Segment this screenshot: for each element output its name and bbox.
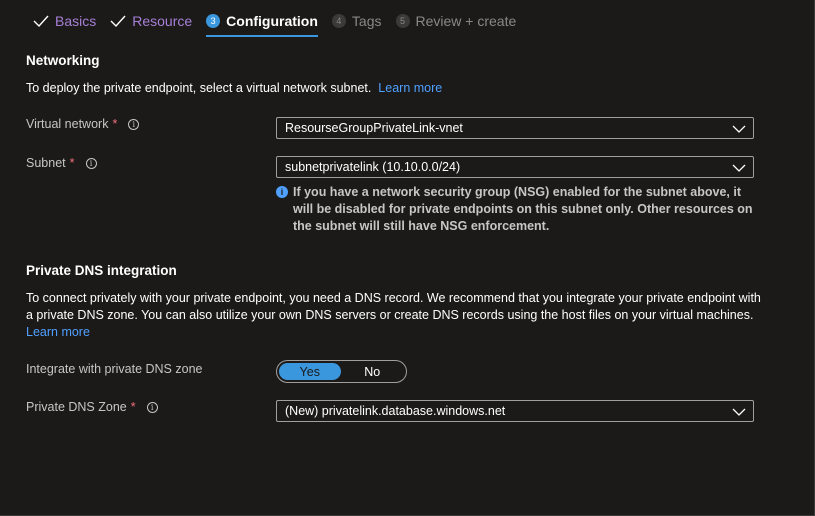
virtual-network-dropdown[interactable]: ResourseGroupPrivateLink-vnet xyxy=(276,117,754,139)
tab-label: Resource xyxy=(132,13,193,29)
info-icon[interactable]: i xyxy=(146,401,158,413)
info-icon[interactable]: i xyxy=(128,118,140,130)
chevron-down-icon xyxy=(732,125,746,133)
wizard-tabs: Basics Resource 3 Configuration 4 Tags 5… xyxy=(33,8,530,37)
subnet-label-text: Subnet xyxy=(26,156,66,170)
required-marker: * xyxy=(130,400,136,414)
tab-configuration[interactable]: 3 Configuration xyxy=(206,9,318,37)
nsg-note-text: If you have a network security group (NS… xyxy=(293,185,753,233)
tab-label: Basics xyxy=(55,13,97,29)
tab-label: Review + create xyxy=(415,13,517,29)
toggle-no-option[interactable]: No xyxy=(341,363,404,380)
subnet-value: subnetprivatelink (10.10.0.0/24) xyxy=(285,160,461,174)
virtual-network-value: ResourseGroupPrivateLink-vnet xyxy=(285,121,463,135)
tab-basics[interactable]: Basics xyxy=(33,9,96,33)
tab-label: Configuration xyxy=(226,13,318,29)
chevron-down-icon xyxy=(732,164,746,172)
dns-zone-label: Private DNS Zone * i xyxy=(26,400,158,414)
subnet-label: Subnet * i xyxy=(26,156,97,170)
step-number-badge: 3 xyxy=(206,14,221,28)
chevron-down-icon xyxy=(732,408,746,416)
networking-heading: Networking xyxy=(26,53,100,68)
virtual-network-label-text: Virtual network xyxy=(26,117,109,131)
tab-resource[interactable]: Resource xyxy=(110,9,192,33)
tab-tags[interactable]: 4 Tags xyxy=(331,9,382,33)
step-number-badge: 4 xyxy=(331,14,346,28)
integrate-dns-label-text: Integrate with private DNS zone xyxy=(26,362,203,376)
info-icon[interactable]: i xyxy=(85,157,97,169)
required-marker: * xyxy=(112,117,118,131)
checkmark-icon xyxy=(110,15,126,28)
nsg-info-note: i If you have a network security group (… xyxy=(276,184,756,235)
dns-heading: Private DNS integration xyxy=(26,263,177,278)
dns-learn-more-link[interactable]: Learn more xyxy=(26,325,90,339)
dns-zone-dropdown[interactable]: (New) privatelink.database.windows.net xyxy=(276,400,754,422)
tab-label: Tags xyxy=(351,13,382,29)
dns-zone-value: (New) privatelink.database.windows.net xyxy=(285,404,506,418)
virtual-network-label: Virtual network * i xyxy=(26,117,140,131)
dns-zone-label-text: Private DNS Zone xyxy=(26,400,127,414)
subnet-dropdown[interactable]: subnetprivatelink (10.10.0.0/24) xyxy=(276,156,754,178)
networking-description-text: To deploy the private endpoint, select a… xyxy=(26,81,372,95)
integrate-dns-toggle[interactable]: Yes No xyxy=(276,360,407,383)
toggle-yes-option[interactable]: Yes xyxy=(279,363,341,380)
tab-review-create[interactable]: 5 Review + create xyxy=(395,9,517,33)
step-number-badge: 5 xyxy=(395,14,410,28)
dns-description-text: To connect privately with your private e… xyxy=(26,291,761,322)
info-circle-icon: i xyxy=(276,186,288,198)
networking-learn-more-link[interactable]: Learn more xyxy=(378,81,442,95)
integrate-dns-label: Integrate with private DNS zone xyxy=(26,362,202,376)
checkmark-icon xyxy=(33,15,49,28)
networking-description: To deploy the private endpoint, select a… xyxy=(26,80,442,97)
dns-description: To connect privately with your private e… xyxy=(26,290,766,341)
required-marker: * xyxy=(69,156,75,170)
